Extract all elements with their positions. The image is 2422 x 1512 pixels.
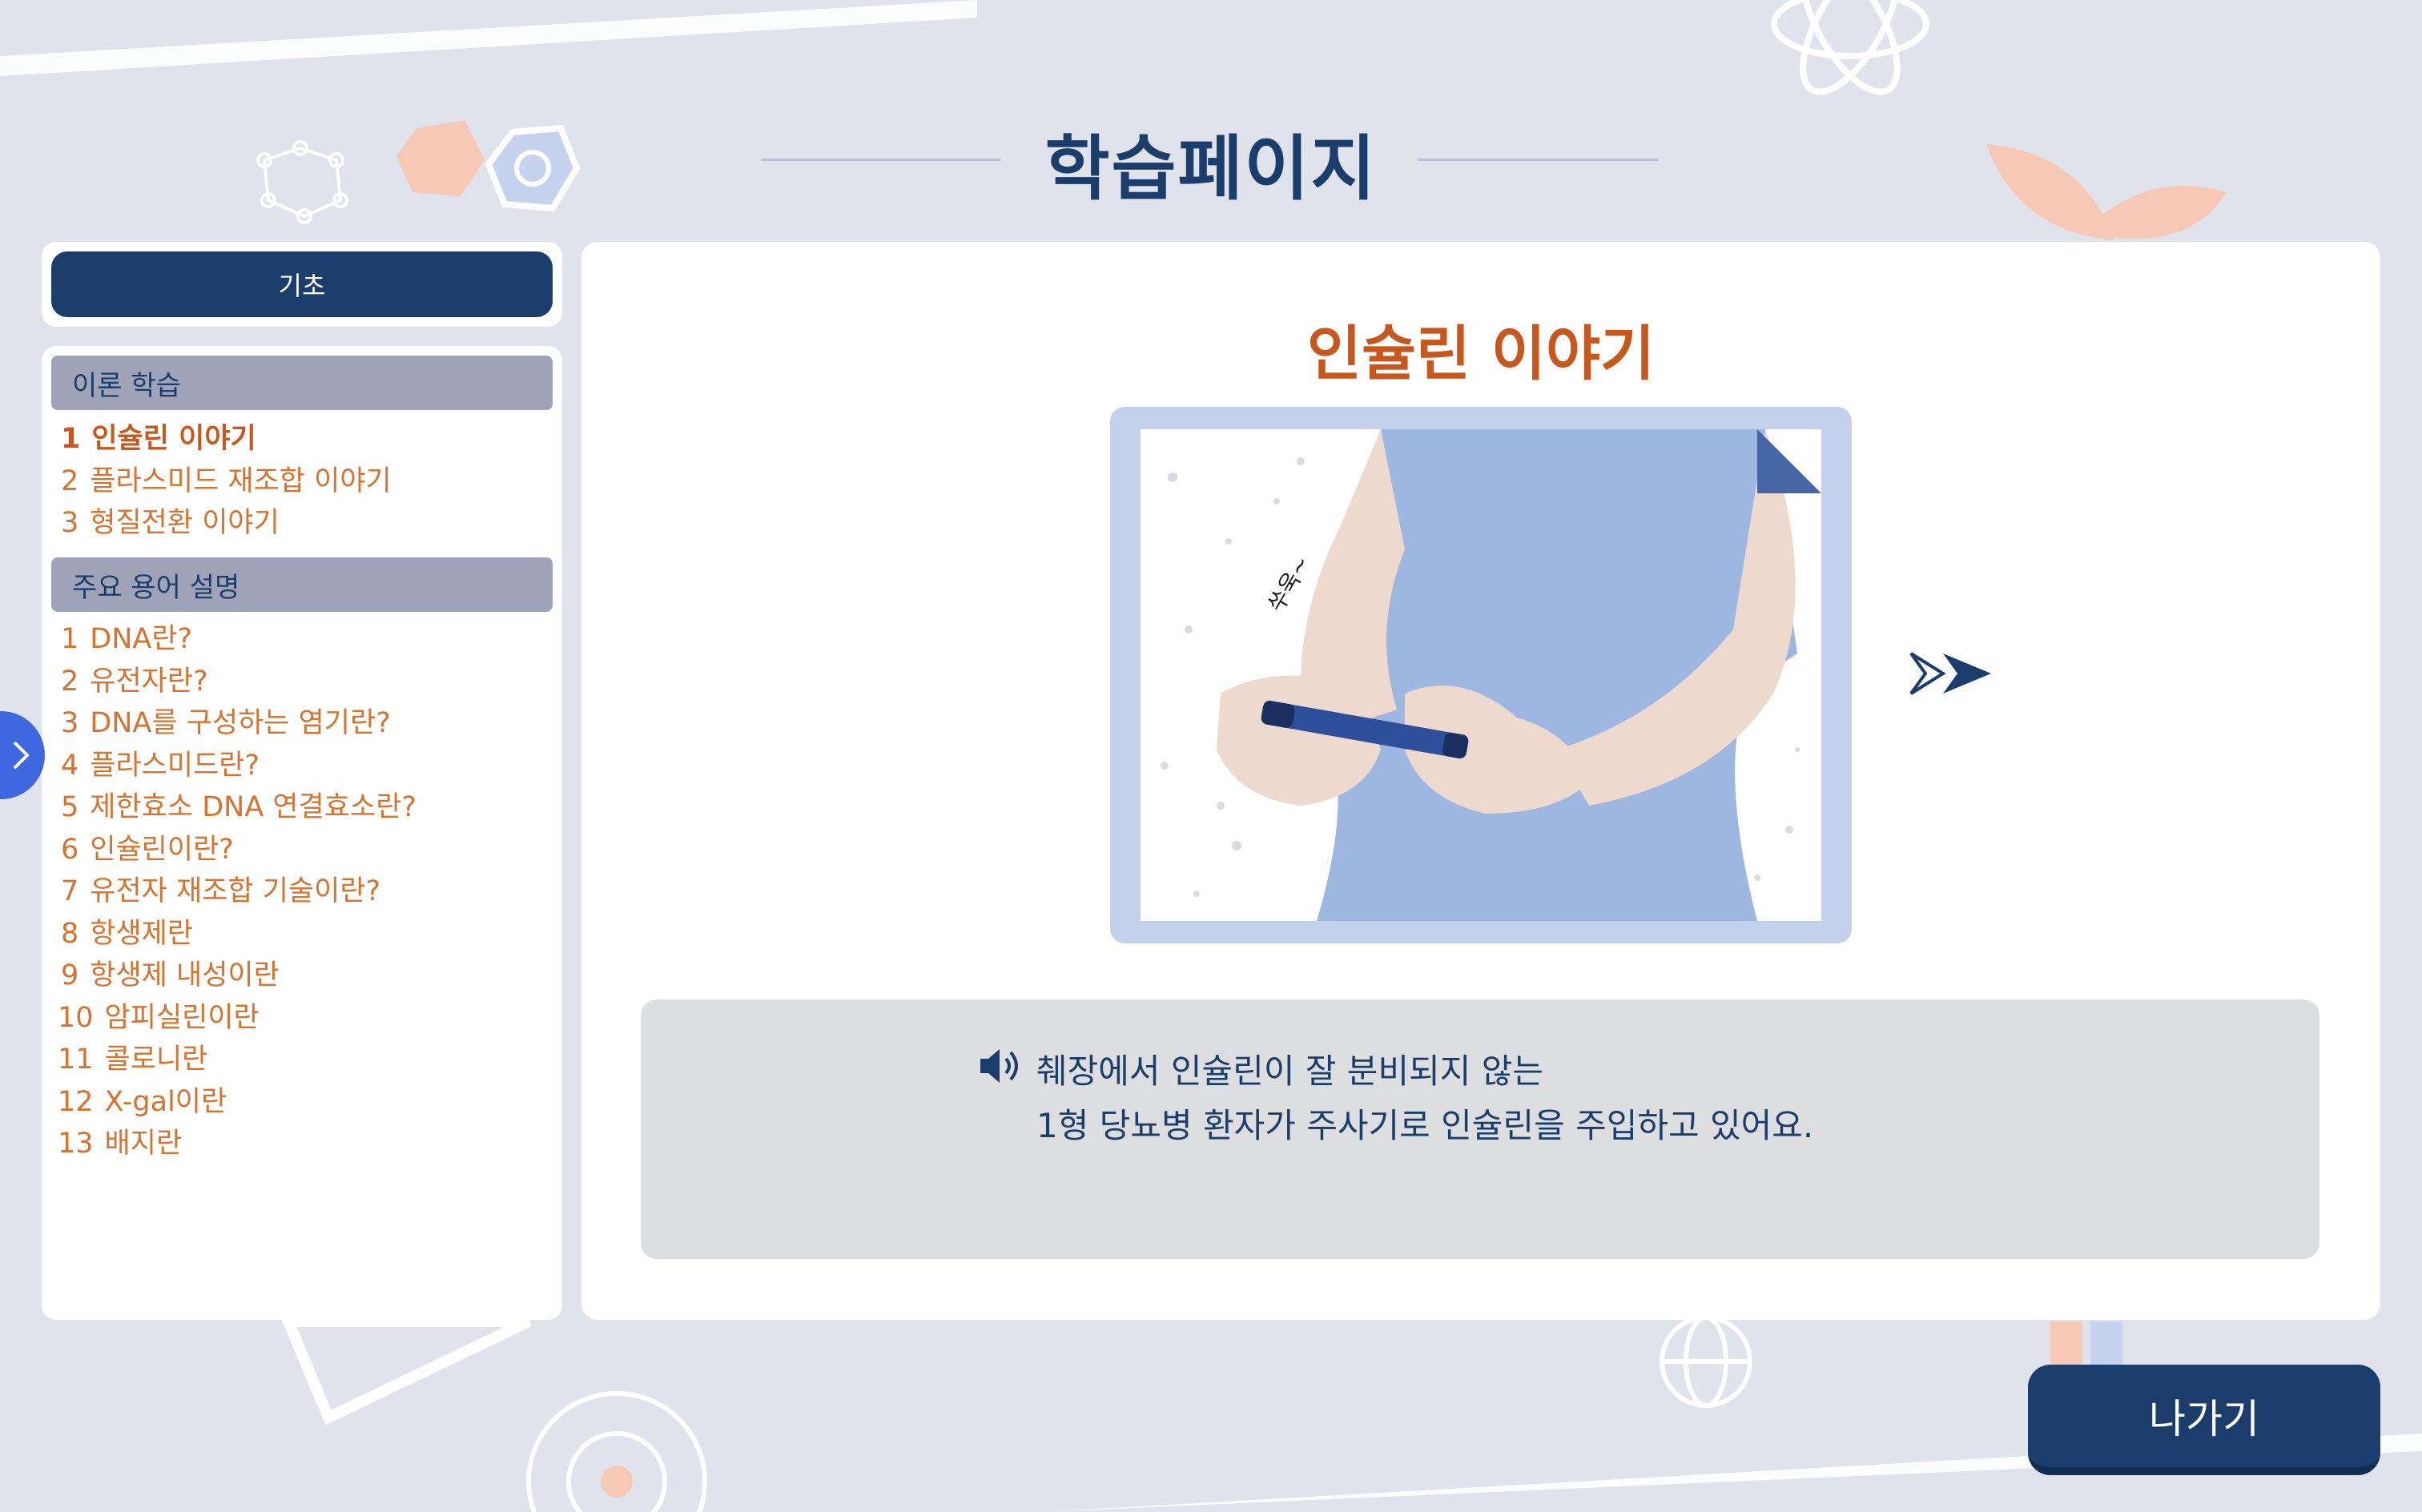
nav-item-number: 1 <box>61 623 79 655</box>
circle-decoration <box>526 1391 707 1512</box>
nav-item-term-10[interactable]: 10 암피실린이란 <box>58 999 260 1037</box>
nav-item-label: 플라스미드란? <box>90 750 260 782</box>
nav-item-term-7[interactable]: 7 유전자 재조합 기술이란? <box>61 872 380 911</box>
nav-item-number: 2 <box>61 465 79 497</box>
insulin-injection-illustration: 쑤욱~ <box>1161 429 1821 921</box>
narration-line-2: 1형 당뇨병 환자가 주사기로 인슐린을 주입하고 있어요. <box>1036 1106 1814 1145</box>
nav-item-label: X-gal이란 <box>104 1086 227 1118</box>
nav-item-label: 암피실린이란 <box>104 1002 260 1034</box>
nav-item-label: 유전자란? <box>90 666 208 698</box>
globe-decoration <box>1660 1315 1752 1408</box>
nav-item-number: 2 <box>61 666 79 698</box>
nav-item-label: 인슐린이란? <box>90 834 234 866</box>
narration-box: 췌장에서 인슐린이 잘 분비되지 않는 1형 당뇨병 환자가 주사기로 인슐린을… <box>641 999 2319 1259</box>
nav-item-label: 콜로니란 <box>104 1044 208 1076</box>
nav-item-number: 4 <box>61 750 79 782</box>
page-title: 학습페이지 <box>1044 127 1378 210</box>
nav-item-theory-1[interactable]: 1 인슐린 이야기 <box>61 420 256 458</box>
nav-item-label: DNA란? <box>90 623 193 655</box>
ruler-decoration <box>0 0 977 76</box>
nav-item-term-6[interactable]: 6 인슐린이란? <box>61 830 234 869</box>
nav-item-number: 5 <box>61 791 79 823</box>
nav-item-label: 항생제 내성이란 <box>90 959 280 991</box>
content-panel: 인슐린 이야기 쑤욱~ 췌장에서 인슐린이 잘 분비되지 않는 1형 당뇨병 환… <box>581 242 2380 1320</box>
nav-item-term-9[interactable]: 9 항생제 내성이란 <box>61 956 280 995</box>
nav-item-label: 배지란 <box>104 1128 183 1160</box>
nav-item-number: 7 <box>61 875 79 907</box>
nav-item-number: 11 <box>58 1044 94 1076</box>
narration-line-1: 췌장에서 인슐린이 잘 분비되지 않는 <box>1036 1052 1544 1091</box>
nav-item-term-2[interactable]: 2 유전자란? <box>61 662 208 701</box>
nav-item-term-4[interactable]: 4 플라스미드란? <box>61 746 260 785</box>
nav-item-label: 제한효소 DNA 연결효소란? <box>90 791 416 823</box>
nav-item-label: 항생제란 <box>90 918 194 950</box>
nav-item-label: 플라스미드 재조합 이야기 <box>90 465 392 497</box>
nav-item-label: 인슐린 이야기 <box>91 423 256 455</box>
nav-item-term-13[interactable]: 13 배지란 <box>58 1124 182 1163</box>
sidebar-toggle-button[interactable] <box>0 711 45 799</box>
next-page-button[interactable] <box>1903 647 2007 700</box>
triangle-ruler-decoration <box>280 1316 532 1426</box>
sidebar: 이론 학습 1 인슐린 이야기 2 플라스미드 재조합 이야기 3 형질전환 이야기 … <box>42 346 562 1320</box>
illustration-frame: 쑤욱~ <box>1110 407 1852 943</box>
nav-item-term-5[interactable]: 5 제한효소 DNA 연결효소란? <box>61 788 416 826</box>
nav-item-term-3[interactable]: 3 DNA를 구성하는 염기란? <box>61 704 391 742</box>
chevron-right-icon <box>13 741 30 770</box>
nav-item-label: 유전자 재조합 기술이란? <box>90 875 381 907</box>
nav-item-term-8[interactable]: 8 항생제란 <box>61 915 193 953</box>
nav-item-number: 3 <box>61 507 79 539</box>
level-panel: 기초 <box>42 242 562 327</box>
nav-item-term-1[interactable]: 1 DNA란? <box>61 620 192 658</box>
nav-item-number: 12 <box>58 1086 94 1118</box>
exit-button[interactable]: 나가기 <box>2028 1365 2380 1475</box>
double-chevron-right-icon <box>1909 652 1991 695</box>
nav-item-number: 13 <box>58 1128 94 1160</box>
nav-item-number: 9 <box>61 959 79 991</box>
nav-item-number: 6 <box>61 834 79 866</box>
nav-item-theory-3[interactable]: 3 형질전환 이야기 <box>61 504 280 542</box>
level-button[interactable]: 기초 <box>51 251 553 317</box>
section-header-terms: 주요 용어 설명 <box>51 557 553 612</box>
nav-item-label: 형질전환 이야기 <box>90 507 280 539</box>
nav-item-number: 10 <box>58 1002 94 1034</box>
nav-item-number: 3 <box>61 707 79 739</box>
nav-item-number: 1 <box>61 423 81 455</box>
nav-item-theory-2[interactable]: 2 플라스미드 재조합 이야기 <box>61 462 392 501</box>
nav-item-term-12[interactable]: 12 X-gal이란 <box>58 1083 227 1121</box>
atom-decoration <box>1771 0 1929 95</box>
speaker-icon[interactable] <box>977 1044 1020 1088</box>
nav-item-label: DNA를 구성하는 염기란? <box>90 707 391 739</box>
nav-item-term-11[interactable]: 11 콜로니란 <box>58 1040 207 1079</box>
section-header-theory: 이론 학습 <box>51 356 553 410</box>
lesson-title: 인슐린 이야기 <box>1306 320 1656 388</box>
illustration: 쑤욱~ <box>1141 429 1821 921</box>
sound-effect-text: 쑤욱~ <box>1262 551 1315 616</box>
nav-item-number: 8 <box>61 918 79 950</box>
